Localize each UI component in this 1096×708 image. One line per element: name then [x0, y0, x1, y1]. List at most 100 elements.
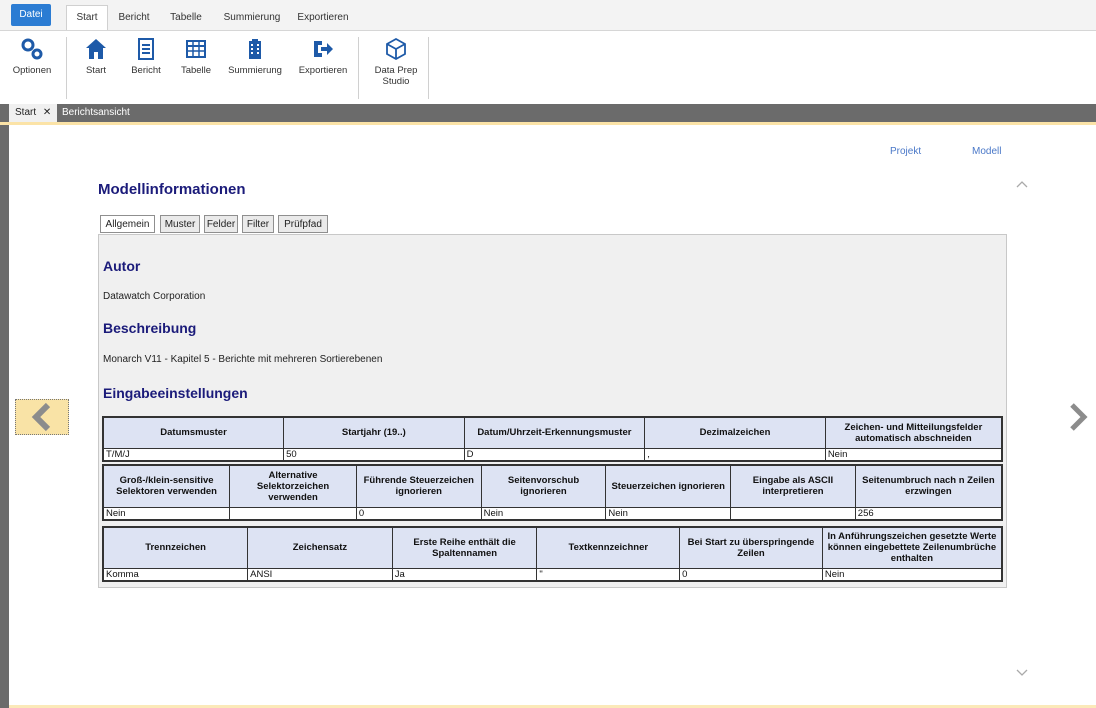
tab-exportieren[interactable]: Exportieren [290, 6, 356, 30]
document-tabbar [0, 104, 1096, 122]
tab-start[interactable]: Start [66, 5, 108, 31]
header-cell: Datumsmuster [102, 416, 285, 449]
header-cell: Seitenumbruch nach n Zeilen erzwingen [854, 464, 1003, 508]
home-icon [86, 39, 106, 59]
building-icon [249, 39, 261, 59]
header-cell: Bei Start zu überspringende Zeilen [679, 526, 823, 569]
table-cell: 256 [854, 506, 1003, 520]
table-cell: " [536, 567, 681, 581]
data-prep-studio-button[interactable]: Data Prep Studio [366, 37, 426, 87]
tab-felder[interactable]: Felder [204, 215, 238, 233]
table-cell: , [644, 447, 826, 461]
header-cell: Groß-/klein-sensitive Selektoren verwend… [102, 464, 231, 508]
input-settings-table-2: Groß-/klein-sensitive Selektoren verwend… [102, 464, 1003, 521]
scroll-up-icon[interactable] [1015, 179, 1029, 189]
document-icon [138, 38, 154, 60]
input-settings-table-1: Datumsmuster Startjahr (19..) Datum/Uhrz… [102, 416, 1003, 462]
header-cell: Steuerzeichen ignorieren [605, 464, 732, 508]
cube-icon [386, 37, 406, 61]
table-cell: Nein [824, 447, 1003, 461]
header-cell: Startjahr (19..) [283, 416, 465, 449]
summierung-label: Summierung [228, 65, 282, 76]
page-title: Modellinformationen [98, 181, 246, 198]
table-cell [730, 506, 856, 520]
chevron-left-icon [31, 402, 51, 432]
tab-tabelle[interactable]: Tabelle [164, 6, 208, 30]
table-cell: ANSI [247, 567, 393, 581]
table-cell: 0 [679, 567, 823, 581]
ribbon-separator [358, 37, 359, 99]
exportieren-button[interactable]: Exportieren [296, 37, 350, 76]
scroll-down-icon[interactable] [1015, 668, 1029, 678]
doctab-start-label: Start [15, 107, 37, 118]
exportieren-label: Exportieren [298, 65, 348, 76]
header-cell: Eingabe als ASCII interpretieren [730, 464, 856, 508]
start-label: Start [85, 65, 107, 76]
tab-datei[interactable]: Datei [11, 4, 51, 26]
table-cell: 0 [355, 506, 482, 520]
autor-value: Datawatch Corporation [103, 291, 206, 302]
tab-summierung[interactable]: Summierung [220, 6, 284, 30]
beschreibung-value: Monarch V11 - Kapitel 5 - Berichte mit m… [103, 354, 383, 365]
doctab-berichtsansicht[interactable]: Berichtsansicht [62, 104, 130, 122]
doctab-start[interactable]: Start ✕ [9, 104, 58, 122]
header-cell: Textkennzeichner [536, 526, 681, 569]
table-cell [229, 506, 357, 520]
table-cell: Ja [391, 567, 538, 581]
table-header-row: Groß-/klein-sensitive Selektoren verwend… [102, 464, 1003, 508]
tab-pruefpfad[interactable]: Prüfpfad [278, 215, 328, 233]
header-cell: Datum/Uhrzeit-Erkennungsmuster [463, 416, 646, 449]
table-cell: Nein [821, 567, 1003, 581]
optionen-button[interactable]: Optionen [4, 37, 60, 76]
eingabe-heading: Eingabeeinstellungen [103, 385, 248, 401]
table-icon [186, 40, 206, 58]
data-prep-label-line1: Data Prep [374, 65, 418, 76]
table-row: Komma ANSI Ja " 0 Nein [102, 567, 1003, 581]
beschreibung-heading: Beschreibung [103, 320, 197, 336]
tabelle-button[interactable]: Tabelle [174, 37, 218, 76]
tab-bericht[interactable]: Bericht [112, 6, 156, 30]
modell-link[interactable]: Modell [972, 146, 1001, 157]
gears-icon [21, 38, 43, 60]
table-cell: T/M/J [102, 447, 285, 461]
tabelle-label: Tabelle [180, 65, 212, 76]
header-cell: Zeichen- und Mitteilungsfelder automatis… [824, 416, 1003, 449]
table-header-row: Trennzeichen Zeichensatz Erste Reihe ent… [102, 526, 1003, 569]
close-icon[interactable]: ✕ [43, 107, 51, 118]
table-row: T/M/J 50 D , Nein [102, 447, 1003, 461]
header-cell: Trennzeichen [102, 526, 249, 569]
table-header-row: Datumsmuster Startjahr (19..) Datum/Uhrz… [102, 416, 1003, 449]
active-tab-accent [0, 122, 1096, 125]
ribbon-separator [66, 37, 67, 99]
header-cell: Führende Steuerzeichen ignorieren [355, 464, 482, 508]
autor-heading: Autor [103, 258, 141, 274]
input-settings-table-3: Trennzeichen Zeichensatz Erste Reihe ent… [102, 526, 1003, 582]
tab-filter[interactable]: Filter [242, 215, 274, 233]
export-icon [314, 41, 333, 57]
optionen-label: Optionen [12, 65, 52, 76]
summierung-button[interactable]: Summierung [224, 37, 286, 76]
header-cell: Dezimalzeichen [644, 416, 826, 449]
start-button[interactable]: Start [76, 37, 116, 76]
table-cell: Nein [480, 506, 607, 520]
tab-muster[interactable]: Muster [160, 215, 200, 233]
chevron-right-icon[interactable] [1062, 402, 1092, 432]
ribbon-separator [428, 37, 429, 99]
header-cell: Seitenvorschub ignorieren [480, 464, 607, 508]
header-cell: Alternative Selektorzeichen verwenden [229, 464, 357, 508]
tab-allgemein[interactable]: Allgemein [100, 215, 155, 233]
ribbon: Optionen Start Bericht Tabelle Summierun… [0, 30, 1096, 105]
header-cell: Erste Reihe enthält die Spaltennamen [391, 526, 538, 569]
table-cell: Nein [102, 506, 231, 520]
table-cell: Nein [605, 506, 732, 520]
projekt-link[interactable]: Projekt [890, 146, 921, 157]
table-cell: Komma [102, 567, 249, 581]
table-cell: 50 [283, 447, 465, 461]
header-cell: Zeichensatz [247, 526, 393, 569]
ribbon-tabbar: Datei Start Bericht Tabelle Summierung E… [0, 0, 1096, 31]
previous-page-button[interactable] [15, 399, 69, 435]
bericht-label: Bericht [131, 65, 161, 76]
data-prep-label-line2: Studio [382, 76, 410, 87]
left-border [0, 104, 9, 708]
bericht-button[interactable]: Bericht [124, 37, 168, 76]
